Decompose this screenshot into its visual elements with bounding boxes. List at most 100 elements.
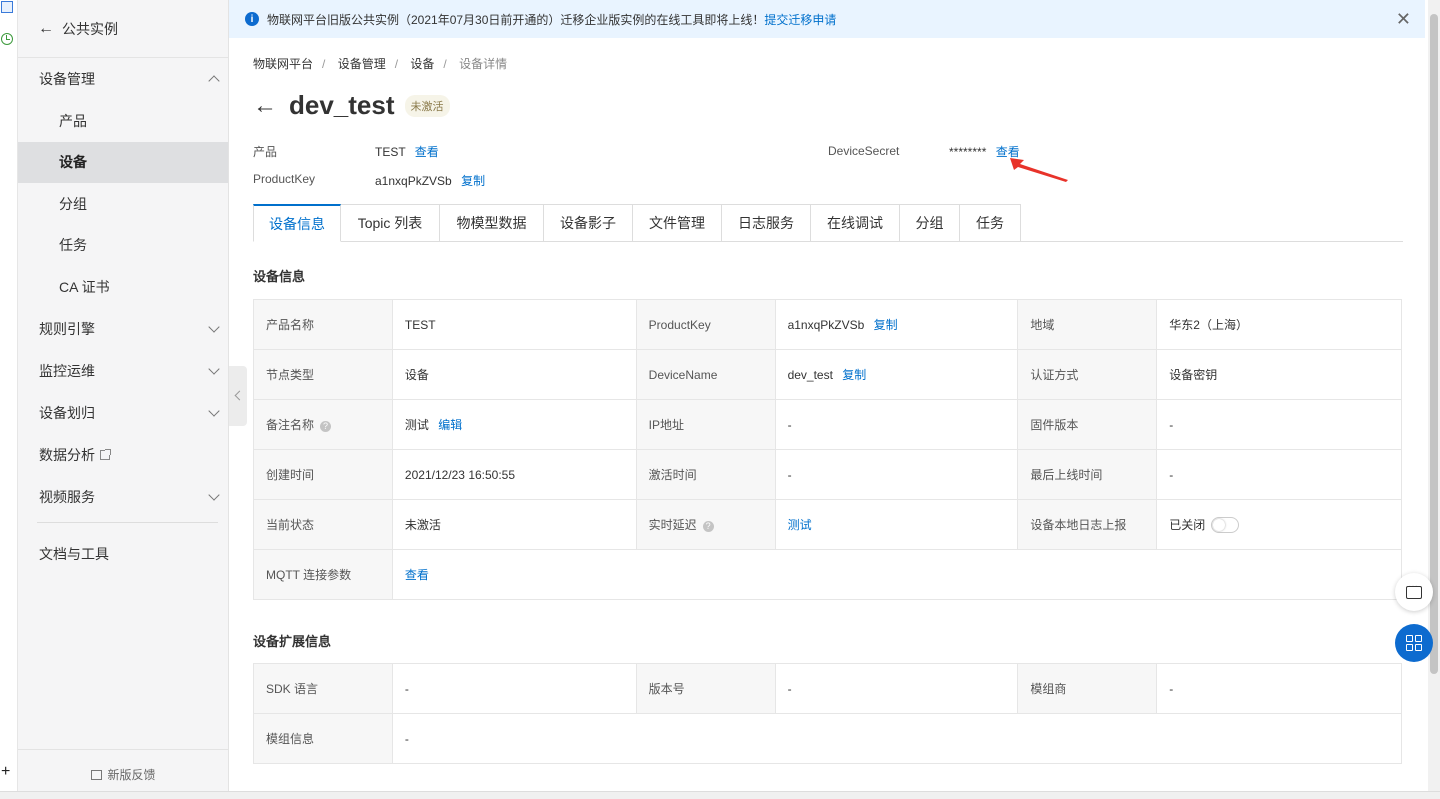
cell-label: DeviceName [635,349,776,400]
tab-group[interactable]: 分组 [900,204,960,242]
productkey-label: ProductKey [253,172,316,186]
copy-productkey-link[interactable]: 复制 [461,174,485,188]
breadcrumb-item[interactable]: 设备管理 [338,57,386,71]
cell-value: 测试 [774,499,1019,550]
sidebar-item-device[interactable]: 设备 [18,141,228,183]
cell-value: 未激活 [391,499,637,550]
product-name: TEST [375,145,406,159]
copy-productkey-link[interactable]: 复制 [874,318,898,332]
chevron-down-icon [208,320,220,333]
back-arrow-icon[interactable]: ← [253,92,277,120]
cell-value: - [1156,663,1402,714]
nav-group-transfer[interactable]: 设备划归 [18,392,228,434]
sidebar-collapse-handle[interactable] [229,366,247,426]
copy-devicename-link[interactable]: 复制 [842,368,866,382]
scrollbar-thumb[interactable] [1430,14,1438,674]
nav-group-label: 监控运维 [39,362,95,379]
nav-group-video[interactable]: 视频服务 [18,476,228,518]
tab-log-service[interactable]: 日志服务 [722,204,811,242]
alias-text: 测试 [404,418,429,432]
log-report-toggle[interactable] [1211,517,1240,534]
nav-group-monitor[interactable]: 监控运维 [18,350,228,392]
breadcrumb: 物联网平台 / 设备管理 / 设备 / 设备详情 [253,57,508,71]
edit-alias-link[interactable]: 编辑 [438,418,462,432]
add-icon[interactable]: + [1,764,10,780]
notice-banner: i 物联网平台旧版公共实例（2021年07月30日前开通的）迁移企业版实例的在线… [229,0,1425,38]
devicesecret-label: DeviceSecret [828,144,900,158]
chevron-up-icon [208,75,220,87]
device-info-table: 产品名称 TEST ProductKey a1nxqPkZVSb 复制 地域 华… [253,299,1403,600]
cell-label: MQTT 连接参数 [253,549,393,600]
feedback-label: 新版反馈 [107,768,156,782]
breadcrumb-item[interactable]: 物联网平台 [253,57,313,71]
cell-label: 创建时间 [253,449,393,500]
cell-value: - [391,663,637,714]
back-arrow-icon: ← [38,19,54,37]
cell-label: IP地址 [635,399,776,450]
cell-label: 版本号 [635,663,776,714]
tab-task[interactable]: 任务 [960,204,1021,242]
cell-value: dev_test 复制 [774,349,1019,400]
apps-icon [1406,635,1422,651]
close-icon[interactable]: ✕ [1396,9,1411,30]
cell-value: a1nxqPkZVSb 复制 [774,299,1019,350]
cell-value: TEST [391,299,637,350]
nav-group-label: 规则引擎 [39,320,95,337]
cell-value: - [774,399,1019,450]
cell-value: - [774,663,1019,714]
cell-label: 地域 [1017,299,1158,350]
apps-button[interactable] [1395,624,1433,662]
browser-status-bar [0,791,1440,799]
cell-value: - [1156,399,1402,450]
table-row: 当前状态 未激活 实时延迟? 测试 设备本地日志上报 已关闭 [253,499,1402,550]
history-icon[interactable] [1,33,13,45]
document-icon[interactable] [1,1,13,13]
sidebar-back-label: 公共实例 [62,20,118,37]
nav-group-device-management[interactable]: 设备管理 [18,58,228,100]
breadcrumb-current: 设备详情 [459,57,508,71]
chat-button[interactable] [1395,573,1433,611]
page-scrollbar[interactable] [1428,0,1440,799]
status-badge: 未激活 [404,94,450,117]
nav-group-analytics[interactable]: 数据分析 [18,434,228,476]
product-value: TEST 查看 [375,143,439,160]
migration-link[interactable]: 提交迁移申请 [764,11,836,28]
nav-group-label: 文档与工具 [39,545,109,562]
nav-group-label: 数据分析 [39,446,95,463]
breadcrumb-item[interactable]: 设备 [410,57,434,71]
nav-group-rule-engine[interactable]: 规则引擎 [18,308,228,350]
divider [37,521,218,523]
tab-tsl-data[interactable]: 物模型数据 [440,204,544,242]
tab-device-info[interactable]: 设备信息 [253,204,341,242]
cell-label: 模组商 [1017,663,1158,714]
tab-device-shadow[interactable]: 设备影子 [544,204,633,242]
label-text: 备注名称 [266,418,315,432]
tab-bar: 设备信息 Topic 列表 物模型数据 设备影子 文件管理 日志服务 在线调试 … [253,204,1403,242]
sidebar-item-task[interactable]: 任务 [18,225,228,267]
tab-file-management[interactable]: 文件管理 [633,204,722,242]
table-row: 备注名称? 测试 编辑 IP地址 - 固件版本 - [253,399,1402,450]
cell-label: 当前状态 [253,499,393,550]
cell-value: 2021/12/23 16:50:55 [391,449,637,500]
latency-test-link[interactable]: 测试 [788,518,812,532]
sidebar-item-product[interactable]: 产品 [18,100,228,142]
sidebar: ← 公共实例 设备管理 产品 设备 分组 任务 CA 证书 规则引擎 监控运维 … [18,0,229,799]
tab-topic-list[interactable]: Topic 列表 [341,204,440,242]
help-icon[interactable]: ? [320,421,332,432]
nav-group-docs[interactable]: 文档与工具 [18,533,228,575]
sidebar-item-group[interactable]: 分组 [18,183,228,225]
title-row: ← dev_test 未激活 [253,90,450,121]
cell-label: ProductKey [635,299,776,350]
table-row: 创建时间 2021/12/23 16:50:55 激活时间 - 最后上线时间 - [253,449,1402,500]
sidebar-item-ca-cert[interactable]: CA 证书 [18,266,228,308]
info-icon: i [245,12,259,26]
tab-online-debug[interactable]: 在线调试 [811,204,900,242]
nav-group-label: 设备划归 [39,404,95,421]
view-mqtt-params-link[interactable]: 查看 [405,568,429,582]
label-text: 实时延迟 [648,518,697,532]
help-icon[interactable]: ? [702,521,714,532]
sidebar-back[interactable]: ← 公共实例 [18,0,228,58]
cell-value: 测试 编辑 [391,399,637,450]
cell-value: - [774,449,1019,500]
view-product-link[interactable]: 查看 [415,145,439,159]
